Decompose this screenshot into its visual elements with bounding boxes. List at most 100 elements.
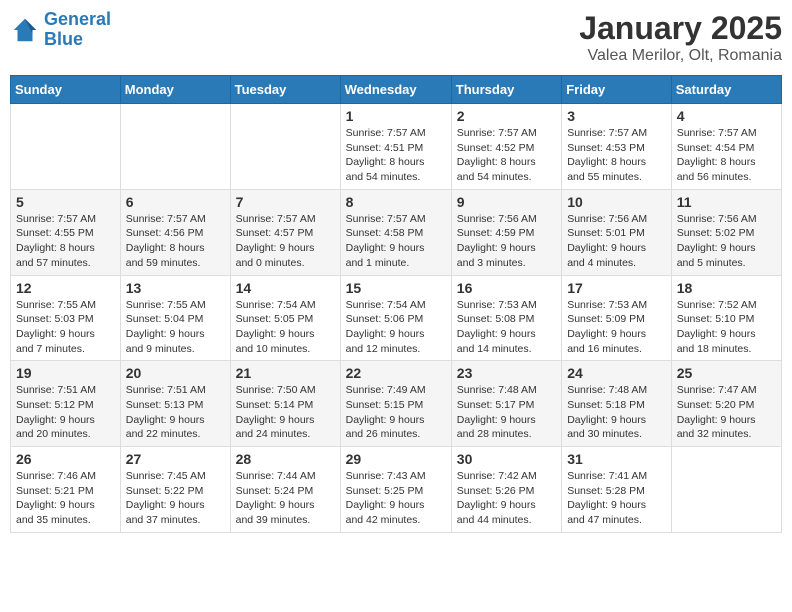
- calendar-cell: 8 Sunrise: 7:57 AMSunset: 4:58 PMDaylight…: [340, 189, 451, 275]
- calendar-cell: 18Sunrise: 7:52 AMSunset: 5:10 PMDayligh…: [671, 275, 781, 361]
- day-number: 1: [346, 108, 446, 124]
- calendar-cell: [230, 104, 340, 190]
- calendar-cell: 15Sunrise: 7:54 AMSunset: 5:06 PMDayligh…: [340, 275, 451, 361]
- calendar-cell: [11, 104, 121, 190]
- day-number: 22: [346, 365, 446, 381]
- day-info: Sunrise: 7:47 AMSunset: 5:20 PMDaylight:…: [677, 383, 776, 442]
- day-info: Sunrise: 7:57 AMSunset: 4:51 PMDaylight:…: [346, 126, 446, 185]
- day-number: 2: [457, 108, 556, 124]
- day-info: Sunrise: 7:57 AMSunset: 4:55 PMDaylight:…: [16, 212, 115, 271]
- calendar-cell: 4 Sunrise: 7:57 AMSunset: 4:54 PMDaylight…: [671, 104, 781, 190]
- calendar-title: January 2025: [579, 10, 782, 47]
- page-header: General Blue January 2025 Valea Merilor,…: [10, 10, 782, 65]
- calendar-cell: [671, 447, 781, 533]
- calendar-body: 1 Sunrise: 7:57 AMSunset: 4:51 PMDaylight…: [11, 104, 782, 533]
- calendar-cell: 23 Sunrise: 7:48 AMSunset: 5:17 PMDayligh…: [451, 361, 561, 447]
- day-number: 30: [457, 451, 556, 467]
- calendar-cell: 7Sunrise: 7:57 AMSunset: 4:57 PMDaylight…: [230, 189, 340, 275]
- day-number: 11: [677, 194, 776, 210]
- day-number: 23: [457, 365, 556, 381]
- day-info: Sunrise: 7:57 AMSunset: 4:56 PMDaylight:…: [126, 212, 225, 271]
- weekday-header-tuesday: Tuesday: [230, 76, 340, 104]
- weekday-header-monday: Monday: [120, 76, 230, 104]
- day-info: Sunrise: 7:57 AMSunset: 4:57 PMDaylight:…: [236, 212, 335, 271]
- calendar-cell: 2 Sunrise: 7:57 AMSunset: 4:52 PMDaylight…: [451, 104, 561, 190]
- week-row-2: 5 Sunrise: 7:57 AMSunset: 4:55 PMDaylight…: [11, 189, 782, 275]
- day-info: Sunrise: 7:48 AMSunset: 5:17 PMDaylight:…: [457, 383, 556, 442]
- calendar-cell: 5 Sunrise: 7:57 AMSunset: 4:55 PMDaylight…: [11, 189, 121, 275]
- day-info: Sunrise: 7:49 AMSunset: 5:15 PMDaylight:…: [346, 383, 446, 442]
- calendar-cell: 24Sunrise: 7:48 AMSunset: 5:18 PMDayligh…: [562, 361, 672, 447]
- day-number: 19: [16, 365, 115, 381]
- day-number: 28: [236, 451, 335, 467]
- day-info: Sunrise: 7:48 AMSunset: 5:18 PMDaylight:…: [567, 383, 666, 442]
- calendar-cell: 10 Sunrise: 7:56 AMSunset: 5:01 PMDayligh…: [562, 189, 672, 275]
- day-info: Sunrise: 7:56 AMSunset: 4:59 PMDaylight:…: [457, 212, 556, 271]
- weekday-header-friday: Friday: [562, 76, 672, 104]
- day-number: 6: [126, 194, 225, 210]
- day-info: Sunrise: 7:42 AMSunset: 5:26 PMDaylight:…: [457, 469, 556, 528]
- day-number: 15: [346, 280, 446, 296]
- calendar-cell: 20Sunrise: 7:51 AMSunset: 5:13 PMDayligh…: [120, 361, 230, 447]
- day-number: 26: [16, 451, 115, 467]
- calendar-cell: 27Sunrise: 7:45 AMSunset: 5:22 PMDayligh…: [120, 447, 230, 533]
- day-info: Sunrise: 7:54 AMSunset: 5:05 PMDaylight:…: [236, 298, 335, 357]
- calendar-cell: 16Sunrise: 7:53 AMSunset: 5:08 PMDayligh…: [451, 275, 561, 361]
- calendar-cell: 25Sunrise: 7:47 AMSunset: 5:20 PMDayligh…: [671, 361, 781, 447]
- day-number: 5: [16, 194, 115, 210]
- calendar-cell: 29 Sunrise: 7:43 AMSunset: 5:25 PMDayligh…: [340, 447, 451, 533]
- day-info: Sunrise: 7:56 AMSunset: 5:01 PMDaylight:…: [567, 212, 666, 271]
- logo: General Blue: [10, 10, 111, 50]
- day-number: 8: [346, 194, 446, 210]
- day-number: 4: [677, 108, 776, 124]
- day-info: Sunrise: 7:57 AMSunset: 4:52 PMDaylight:…: [457, 126, 556, 185]
- calendar-cell: 30 Sunrise: 7:42 AMSunset: 5:26 PMDayligh…: [451, 447, 561, 533]
- day-info: Sunrise: 7:45 AMSunset: 5:22 PMDaylight:…: [126, 469, 225, 528]
- logo-text: General Blue: [44, 10, 111, 50]
- day-number: 29: [346, 451, 446, 467]
- day-number: 9: [457, 194, 556, 210]
- calendar-cell: 21 Sunrise: 7:50 AMSunset: 5:14 PMDayligh…: [230, 361, 340, 447]
- weekday-header-thursday: Thursday: [451, 76, 561, 104]
- calendar-subtitle: Valea Merilor, Olt, Romania: [579, 47, 782, 65]
- day-number: 31: [567, 451, 666, 467]
- weekday-header-sunday: Sunday: [11, 76, 121, 104]
- weekday-header-row: SundayMondayTuesdayWednesdayThursdayFrid…: [11, 76, 782, 104]
- day-number: 3: [567, 108, 666, 124]
- calendar-cell: 19 Sunrise: 7:51 AMSunset: 5:12 PMDayligh…: [11, 361, 121, 447]
- day-info: Sunrise: 7:51 AMSunset: 5:13 PMDaylight:…: [126, 383, 225, 442]
- calendar-cell: 17 Sunrise: 7:53 AMSunset: 5:09 PMDayligh…: [562, 275, 672, 361]
- calendar-cell: 3Sunrise: 7:57 AMSunset: 4:53 PMDaylight…: [562, 104, 672, 190]
- day-info: Sunrise: 7:52 AMSunset: 5:10 PMDaylight:…: [677, 298, 776, 357]
- day-number: 13: [126, 280, 225, 296]
- calendar-table: SundayMondayTuesdayWednesdayThursdayFrid…: [10, 75, 782, 533]
- day-number: 10: [567, 194, 666, 210]
- day-info: Sunrise: 7:57 AMSunset: 4:54 PMDaylight:…: [677, 126, 776, 185]
- day-number: 21: [236, 365, 335, 381]
- week-row-5: 26 Sunrise: 7:46 AMSunset: 5:21 PMDayligh…: [11, 447, 782, 533]
- day-info: Sunrise: 7:57 AMSunset: 4:58 PMDaylight:…: [346, 212, 446, 271]
- weekday-header-saturday: Saturday: [671, 76, 781, 104]
- calendar-cell: 31Sunrise: 7:41 AMSunset: 5:28 PMDayligh…: [562, 447, 672, 533]
- day-number: 12: [16, 280, 115, 296]
- calendar-cell: [120, 104, 230, 190]
- day-number: 16: [457, 280, 556, 296]
- week-row-4: 19 Sunrise: 7:51 AMSunset: 5:12 PMDayligh…: [11, 361, 782, 447]
- day-info: Sunrise: 7:56 AMSunset: 5:02 PMDaylight:…: [677, 212, 776, 271]
- week-row-1: 1 Sunrise: 7:57 AMSunset: 4:51 PMDaylight…: [11, 104, 782, 190]
- calendar-cell: 14 Sunrise: 7:54 AMSunset: 5:05 PMDayligh…: [230, 275, 340, 361]
- calendar-cell: 26 Sunrise: 7:46 AMSunset: 5:21 PMDayligh…: [11, 447, 121, 533]
- calendar-cell: 13 Sunrise: 7:55 AMSunset: 5:04 PMDayligh…: [120, 275, 230, 361]
- day-info: Sunrise: 7:43 AMSunset: 5:25 PMDaylight:…: [346, 469, 446, 528]
- day-info: Sunrise: 7:53 AMSunset: 5:09 PMDaylight:…: [567, 298, 666, 357]
- day-info: Sunrise: 7:55 AMSunset: 5:04 PMDaylight:…: [126, 298, 225, 357]
- day-number: 17: [567, 280, 666, 296]
- day-info: Sunrise: 7:46 AMSunset: 5:21 PMDaylight:…: [16, 469, 115, 528]
- day-info: Sunrise: 7:51 AMSunset: 5:12 PMDaylight:…: [16, 383, 115, 442]
- day-info: Sunrise: 7:55 AMSunset: 5:03 PMDaylight:…: [16, 298, 115, 357]
- weekday-header-wednesday: Wednesday: [340, 76, 451, 104]
- day-info: Sunrise: 7:44 AMSunset: 5:24 PMDaylight:…: [236, 469, 335, 528]
- day-info: Sunrise: 7:50 AMSunset: 5:14 PMDaylight:…: [236, 383, 335, 442]
- calendar-cell: 28 Sunrise: 7:44 AMSunset: 5:24 PMDayligh…: [230, 447, 340, 533]
- day-number: 14: [236, 280, 335, 296]
